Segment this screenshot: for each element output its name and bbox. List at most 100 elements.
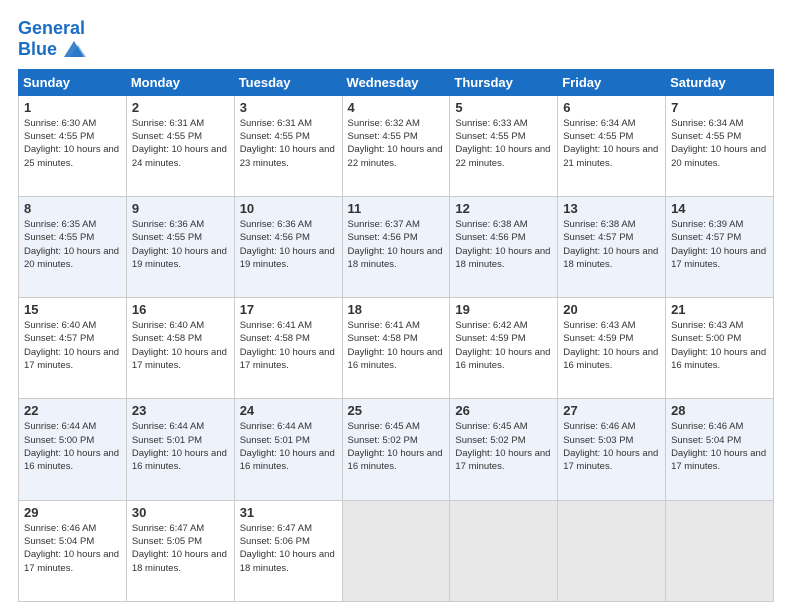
calendar-day-cell: 29 Sunrise: 6:46 AMSunset: 5:04 PMDayligh… [19, 500, 127, 601]
calendar-day-cell: 2 Sunrise: 6:31 AMSunset: 4:55 PMDaylight… [126, 95, 234, 196]
day-info: Sunrise: 6:33 AMSunset: 4:55 PMDaylight:… [455, 118, 550, 169]
calendar-day-cell [558, 500, 666, 601]
day-info: Sunrise: 6:46 AMSunset: 5:03 PMDaylight:… [563, 421, 658, 472]
calendar-header-cell: Wednesday [342, 69, 450, 95]
day-number: 2 [132, 100, 229, 115]
day-info: Sunrise: 6:46 AMSunset: 5:04 PMDaylight:… [671, 421, 766, 472]
calendar-day-cell: 30Sunrise: 6:47 AMSunset: 5:05 PMDayligh… [126, 500, 234, 601]
calendar-day-cell: 19Sunrise: 6:42 AMSunset: 4:59 PMDayligh… [450, 298, 558, 399]
calendar-day-cell [342, 500, 450, 601]
day-info: Sunrise: 6:40 AMSunset: 4:58 PMDaylight:… [132, 320, 227, 371]
calendar-week-row: 29 Sunrise: 6:46 AMSunset: 5:04 PMDayligh… [19, 500, 774, 601]
day-number: 28 [671, 403, 768, 418]
day-number: 17 [240, 302, 337, 317]
day-info: Sunrise: 6:34 AMSunset: 4:55 PMDaylight:… [563, 118, 658, 169]
day-number: 29 [24, 505, 121, 520]
day-number: 13 [563, 201, 660, 216]
day-info: Sunrise: 6:45 AMSunset: 5:02 PMDaylight:… [348, 421, 443, 472]
calendar-week-row: 22 Sunrise: 6:44 AMSunset: 5:00 PMDayligh… [19, 399, 774, 500]
day-info: Sunrise: 6:44 AMSunset: 5:00 PMDaylight:… [24, 421, 119, 472]
calendar-week-row: 15 Sunrise: 6:40 AMSunset: 4:57 PMDayligh… [19, 298, 774, 399]
calendar-day-cell: 31 Sunrise: 6:47 AMSunset: 5:06 PMDayligh… [234, 500, 342, 601]
calendar-day-cell: 8 Sunrise: 6:35 AMSunset: 4:55 PMDaylight… [19, 196, 127, 297]
calendar-day-cell: 9 Sunrise: 6:36 AMSunset: 4:55 PMDaylight… [126, 196, 234, 297]
calendar-day-cell: 27 Sunrise: 6:46 AMSunset: 5:03 PMDayligh… [558, 399, 666, 500]
calendar-day-cell: 16 Sunrise: 6:40 AMSunset: 4:58 PMDayligh… [126, 298, 234, 399]
day-number: 31 [240, 505, 337, 520]
calendar-table: SundayMondayTuesdayWednesdayThursdayFrid… [18, 69, 774, 602]
day-number: 9 [132, 201, 229, 216]
calendar-day-cell: 6Sunrise: 6:34 AMSunset: 4:55 PMDaylight… [558, 95, 666, 196]
day-info: Sunrise: 6:47 AMSunset: 5:06 PMDaylight:… [240, 523, 335, 574]
day-info: Sunrise: 6:38 AMSunset: 4:56 PMDaylight:… [455, 219, 550, 270]
logo: General Blue [18, 18, 88, 61]
calendar-day-cell: 28 Sunrise: 6:46 AMSunset: 5:04 PMDayligh… [666, 399, 774, 500]
calendar-day-cell: 21Sunrise: 6:43 AMSunset: 5:00 PMDayligh… [666, 298, 774, 399]
calendar-day-cell: 22 Sunrise: 6:44 AMSunset: 5:00 PMDayligh… [19, 399, 127, 500]
calendar-day-cell: 7 Sunrise: 6:34 AMSunset: 4:55 PMDaylight… [666, 95, 774, 196]
day-info: Sunrise: 6:36 AMSunset: 4:55 PMDaylight:… [132, 219, 227, 270]
day-info: Sunrise: 6:44 AMSunset: 5:01 PMDaylight:… [132, 421, 227, 472]
day-info: Sunrise: 6:32 AMSunset: 4:55 PMDaylight:… [348, 118, 443, 169]
day-number: 14 [671, 201, 768, 216]
calendar-day-cell: 14 Sunrise: 6:39 AMSunset: 4:57 PMDayligh… [666, 196, 774, 297]
day-number: 25 [348, 403, 445, 418]
day-number: 12 [455, 201, 552, 216]
day-number: 4 [348, 100, 445, 115]
calendar-day-cell: 11Sunrise: 6:37 AMSunset: 4:56 PMDayligh… [342, 196, 450, 297]
day-info: Sunrise: 6:39 AMSunset: 4:57 PMDaylight:… [671, 219, 766, 270]
day-number: 24 [240, 403, 337, 418]
logo-icon [60, 39, 88, 61]
day-number: 23 [132, 403, 229, 418]
calendar-header-cell: Thursday [450, 69, 558, 95]
day-number: 19 [455, 302, 552, 317]
calendar-day-cell: 4 Sunrise: 6:32 AMSunset: 4:55 PMDaylight… [342, 95, 450, 196]
calendar-day-cell: 20Sunrise: 6:43 AMSunset: 4:59 PMDayligh… [558, 298, 666, 399]
day-number: 22 [24, 403, 121, 418]
day-number: 27 [563, 403, 660, 418]
calendar-header-cell: Friday [558, 69, 666, 95]
calendar-day-cell [666, 500, 774, 601]
day-info: Sunrise: 6:34 AMSunset: 4:55 PMDaylight:… [671, 118, 766, 169]
page: General Blue SundayMondayTuesdayWednesda… [0, 0, 792, 612]
day-info: Sunrise: 6:44 AMSunset: 5:01 PMDaylight:… [240, 421, 335, 472]
day-number: 3 [240, 100, 337, 115]
calendar-day-cell [450, 500, 558, 601]
calendar-header-cell: Tuesday [234, 69, 342, 95]
day-number: 10 [240, 201, 337, 216]
day-number: 21 [671, 302, 768, 317]
day-number: 1 [24, 100, 121, 115]
calendar-header-cell: Sunday [19, 69, 127, 95]
day-number: 8 [24, 201, 121, 216]
calendar-day-cell: 17Sunrise: 6:41 AMSunset: 4:58 PMDayligh… [234, 298, 342, 399]
day-number: 16 [132, 302, 229, 317]
calendar-day-cell: 26Sunrise: 6:45 AMSunset: 5:02 PMDayligh… [450, 399, 558, 500]
calendar-day-cell: 25 Sunrise: 6:45 AMSunset: 5:02 PMDayligh… [342, 399, 450, 500]
day-info: Sunrise: 6:35 AMSunset: 4:55 PMDaylight:… [24, 219, 119, 270]
calendar-day-cell: 24 Sunrise: 6:44 AMSunset: 5:01 PMDayligh… [234, 399, 342, 500]
day-info: Sunrise: 6:46 AMSunset: 5:04 PMDaylight:… [24, 523, 119, 574]
day-number: 18 [348, 302, 445, 317]
day-info: Sunrise: 6:40 AMSunset: 4:57 PMDaylight:… [24, 320, 119, 371]
day-info: Sunrise: 6:31 AMSunset: 4:55 PMDaylight:… [240, 118, 335, 169]
logo-blue: Blue [18, 39, 57, 60]
day-info: Sunrise: 6:36 AMSunset: 4:56 PMDaylight:… [240, 219, 335, 270]
calendar-header-cell: Saturday [666, 69, 774, 95]
calendar-day-cell: 3 Sunrise: 6:31 AMSunset: 4:55 PMDaylight… [234, 95, 342, 196]
calendar-day-cell: 23 Sunrise: 6:44 AMSunset: 5:01 PMDayligh… [126, 399, 234, 500]
calendar-day-cell: 10 Sunrise: 6:36 AMSunset: 4:56 PMDayligh… [234, 196, 342, 297]
day-number: 7 [671, 100, 768, 115]
header: General Blue [18, 18, 774, 61]
day-number: 11 [348, 201, 445, 216]
day-info: Sunrise: 6:43 AMSunset: 4:59 PMDaylight:… [563, 320, 658, 371]
day-info: Sunrise: 6:38 AMSunset: 4:57 PMDaylight:… [563, 219, 658, 270]
day-number: 15 [24, 302, 121, 317]
day-number: 30 [132, 505, 229, 520]
calendar-day-cell: 18 Sunrise: 6:41 AMSunset: 4:58 PMDayligh… [342, 298, 450, 399]
day-info: Sunrise: 6:31 AMSunset: 4:55 PMDaylight:… [132, 118, 227, 169]
day-number: 5 [455, 100, 552, 115]
day-info: Sunrise: 6:45 AMSunset: 5:02 PMDaylight:… [455, 421, 550, 472]
day-info: Sunrise: 6:41 AMSunset: 4:58 PMDaylight:… [348, 320, 443, 371]
calendar-day-cell: 12 Sunrise: 6:38 AMSunset: 4:56 PMDayligh… [450, 196, 558, 297]
calendar-day-cell: 5 Sunrise: 6:33 AMSunset: 4:55 PMDaylight… [450, 95, 558, 196]
